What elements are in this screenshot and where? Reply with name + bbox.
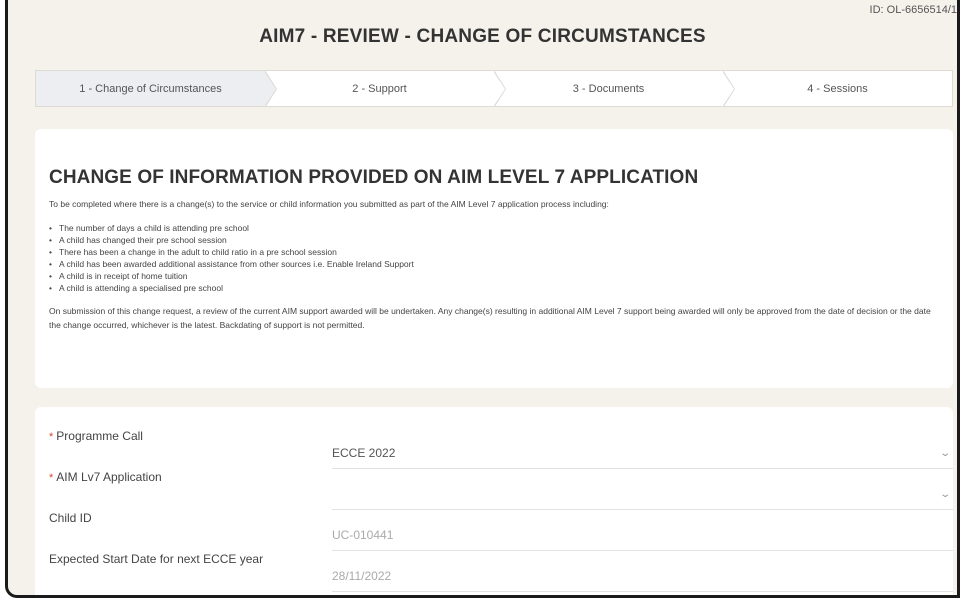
info-footer: On submission of this change request, a … (49, 306, 931, 330)
programme-call-row: * Programme Call ECCE 2022 ⌄ (49, 429, 953, 469)
step-label: 1 - Change of Circumstances (79, 82, 222, 95)
info-bullet-list: The number of days a child is attending … (49, 222, 939, 294)
child-id-field: UC-010441 (332, 527, 953, 551)
step-documents[interactable]: 3 - Documents (494, 70, 735, 108)
step-label: 4 - Sessions (807, 82, 868, 95)
list-item: The number of days a child is attending … (49, 222, 939, 234)
info-intro: To be completed where there is a change(… (49, 199, 609, 209)
aim-application-label: * AIM Lv7 Application (49, 470, 162, 484)
start-date-value: 28/11/2022 (332, 569, 392, 583)
step-label: 3 - Documents (572, 82, 645, 95)
page-title: AIM7 - REVIEW - CHANGE OF CIRCUMSTANCES (259, 26, 706, 47)
info-heading: CHANGE OF INFORMATION PROVIDED ON AIM LE… (49, 167, 699, 188)
programme-call-value: ECCE 2022 (332, 446, 396, 460)
child-id-value: UC-010441 (332, 528, 394, 542)
chevron-down-icon[interactable]: ⌄ (939, 489, 951, 500)
list-item: A child has been awarded additional assi… (49, 258, 939, 270)
child-id-label: Child ID (49, 511, 92, 525)
step-separator (722, 70, 735, 108)
list-item: A child has changed their pre school ses… (49, 234, 939, 246)
list-item: A child is in receipt of home tuition (49, 270, 939, 282)
start-date-label: Expected Start Date for next ECCE year (49, 552, 264, 566)
list-item: A child is attending a specialised pre s… (49, 282, 939, 294)
aim-application-label-text: AIM Lv7 Application (56, 470, 162, 484)
aim-application-row: * AIM Lv7 Application ⌄ (49, 470, 953, 510)
step-change-of-circumstances[interactable]: 1 - Change of Circumstances (36, 70, 277, 108)
record-id: ID: OL-6656514/1 (869, 4, 957, 16)
start-date-field: 28/11/2022 (332, 568, 953, 592)
programme-call-select[interactable]: ECCE 2022 ⌄ (332, 445, 953, 469)
required-icon: * (49, 472, 54, 484)
programme-call-label: * Programme Call (49, 429, 143, 443)
required-icon: * (49, 431, 54, 443)
start-date-row: Expected Start Date for next ECCE year 2… (49, 552, 953, 592)
programme-call-label-text: Programme Call (56, 429, 143, 443)
step-sessions[interactable]: 4 - Sessions (723, 71, 952, 106)
child-id-row: Child ID UC-010441 (49, 511, 953, 551)
step-separator (493, 70, 506, 108)
aim-application-select[interactable]: ⌄ (332, 486, 953, 510)
info-card: CHANGE OF INFORMATION PROVIDED ON AIM LE… (35, 129, 953, 388)
step-navigation: 1 - Change of Circumstances 2 - Support … (35, 70, 953, 108)
step-label: 2 - Support (352, 82, 407, 95)
step-separator (264, 70, 277, 108)
chevron-down-icon[interactable]: ⌄ (939, 448, 951, 459)
step-support[interactable]: 2 - Support (265, 70, 506, 108)
form-card: * Programme Call ECCE 2022 ⌄ * AIM Lv7 App… (35, 407, 953, 595)
app-window: ID: OL-6656514/1 AIM7 - REVIEW - CHANGE … (5, 0, 960, 598)
list-item: There has been a change in the adult to … (49, 246, 939, 258)
